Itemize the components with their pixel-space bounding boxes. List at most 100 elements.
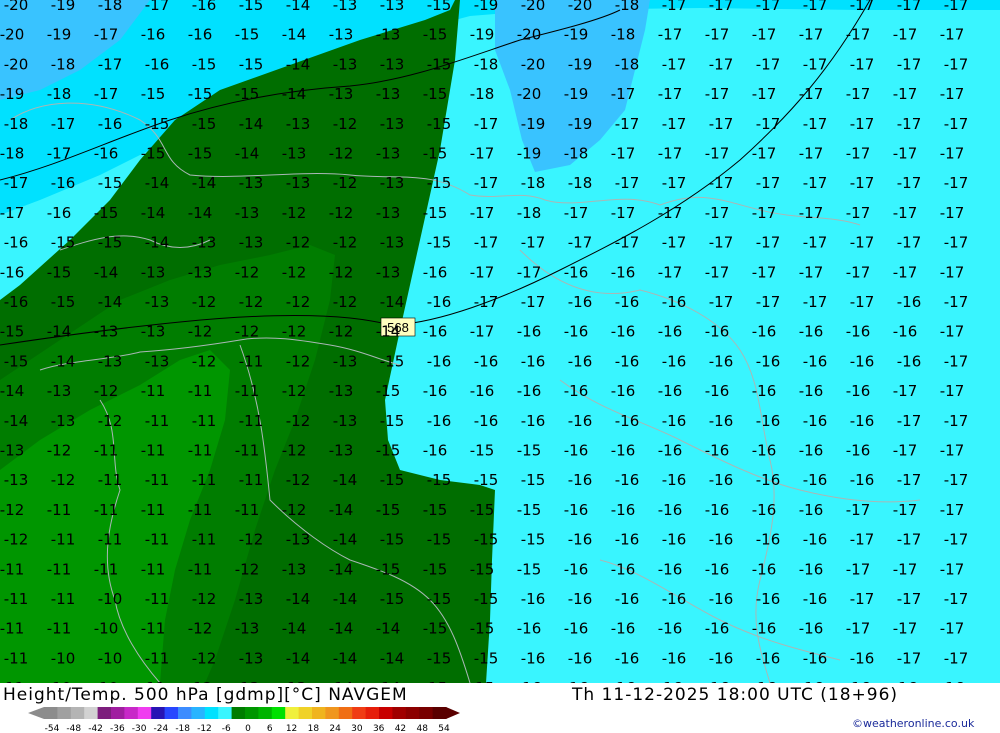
temperature-value: -16 [662, 293, 687, 311]
temperature-value: -18 [517, 204, 542, 222]
temperature-value: -17 [850, 0, 875, 14]
temperature-value: -11 [239, 352, 264, 370]
temperature-value: -17 [709, 0, 734, 14]
temperature-value: -13 [376, 204, 401, 222]
temperature-value: -16 [423, 263, 448, 281]
temperature-value: -13 [239, 174, 264, 192]
temperature-value: -17 [944, 590, 969, 608]
temperature-value: -16 [615, 352, 640, 370]
temperature-value: -17 [944, 234, 969, 252]
temperature-value: -10 [98, 649, 123, 667]
temperature-value: -17 [850, 115, 875, 133]
temperature-value: -15 [474, 590, 499, 608]
legend-tick-label: -30 [132, 724, 147, 733]
temperature-value: -16 [521, 590, 546, 608]
temperature-value: -17 [803, 234, 828, 252]
temperature-value: -17 [470, 323, 495, 341]
temperature-value: -17 [47, 145, 72, 163]
temperature-value: -16 [799, 620, 824, 638]
temperature-value: -16 [799, 382, 824, 400]
temperature-value: -11 [51, 590, 76, 608]
temperature-value: -17 [474, 174, 499, 192]
temperature-value: -14 [94, 263, 119, 281]
temperature-value: -16 [709, 352, 734, 370]
legend-swatch [379, 707, 393, 719]
legend-swatch [285, 707, 300, 719]
legend-tick-label: 54 [438, 724, 450, 733]
temperature-value: -17 [846, 263, 871, 281]
temperature-value: -15 [517, 560, 542, 578]
temperature-value: -19 [521, 115, 546, 133]
temperature-value: -17 [756, 234, 781, 252]
temperature-value: -17 [803, 0, 828, 14]
temperature-value: -13 [282, 560, 307, 578]
temperature-value: -17 [611, 85, 636, 103]
temperature-value: -13 [376, 26, 401, 44]
temperature-value: -13 [380, 234, 405, 252]
temperature-value: -14 [329, 560, 354, 578]
temperature-value: -16 [662, 412, 687, 430]
temperature-value: -18 [611, 26, 636, 44]
temperature-value: -16 [705, 442, 730, 460]
legend-tick-label: -42 [88, 724, 103, 733]
temperature-value: -11 [239, 471, 264, 489]
temperature-value: -11 [235, 501, 260, 519]
legend-tick-label: -12 [197, 724, 212, 733]
legend-tick-label: 24 [329, 724, 341, 733]
temperature-value: -19 [47, 26, 72, 44]
temperature-value: -15 [423, 620, 448, 638]
legend-swatch [70, 707, 85, 719]
temperature-value: -16 [4, 293, 29, 311]
temperature-value: -16 [568, 649, 593, 667]
temperature-value: -16 [846, 382, 871, 400]
temperature-value: -17 [611, 145, 636, 163]
temperature-value: -16 [658, 323, 683, 341]
temperature-value: -17 [662, 174, 687, 192]
temperature-value: -14 [4, 412, 29, 430]
temperature-value: -14 [286, 590, 311, 608]
temperature-value: -16 [658, 382, 683, 400]
credit-link[interactable]: ©weatheronline.co.uk [852, 717, 974, 730]
temperature-value: -15 [192, 115, 217, 133]
temperature-value: -18 [0, 145, 24, 163]
temperature-value: -16 [662, 352, 687, 370]
temperature-value: -15 [470, 620, 495, 638]
temperature-value: -13 [333, 352, 358, 370]
temperature-value: -13 [4, 471, 29, 489]
temperature-value: -17 [51, 115, 76, 133]
temperature-value: -14 [376, 620, 401, 638]
temperature-value: -15 [141, 85, 166, 103]
temperature-value: -13 [141, 263, 166, 281]
temperature-value: -16 [568, 352, 593, 370]
temperature-value: -17 [658, 26, 683, 44]
temperature-map: 568 -20 -19 -18 -17 -16 -15 -14 -13 -13 -15 -19 -20… [0, 0, 1000, 683]
temperature-value: -16 [752, 382, 777, 400]
temperature-value: -15 [427, 649, 452, 667]
temperature-value: -15 [474, 649, 499, 667]
temperature-value: -17 [756, 0, 781, 14]
temperature-value: -13 [239, 234, 264, 252]
legend-swatch [111, 707, 125, 719]
legend-swatch [338, 707, 353, 719]
temperature-value: -17 [940, 145, 965, 163]
temperature-value: -14 [192, 174, 217, 192]
temperature-value: -16 [564, 382, 589, 400]
temperature-value: -19 [474, 0, 499, 14]
temperature-value: -17 [846, 204, 871, 222]
legend-arrow-left [28, 707, 44, 719]
temperature-value: -16 [615, 590, 640, 608]
temperature-value: -16 [662, 590, 687, 608]
temperature-value: -16 [705, 382, 730, 400]
legend-swatch [231, 707, 246, 719]
temperature-value: -17 [752, 85, 777, 103]
legend-swatch [325, 707, 340, 719]
legend-arrow-right [446, 707, 460, 719]
legend-swatch [151, 707, 166, 719]
temperature-value: -17 [803, 115, 828, 133]
temperature-value: -13 [0, 442, 24, 460]
temperature-value: -14 [188, 204, 213, 222]
temperature-value: -18 [615, 55, 640, 73]
temperature-value: -16 [474, 412, 499, 430]
temperature-value: -15 [427, 590, 452, 608]
temperature-value: -16 [427, 352, 452, 370]
